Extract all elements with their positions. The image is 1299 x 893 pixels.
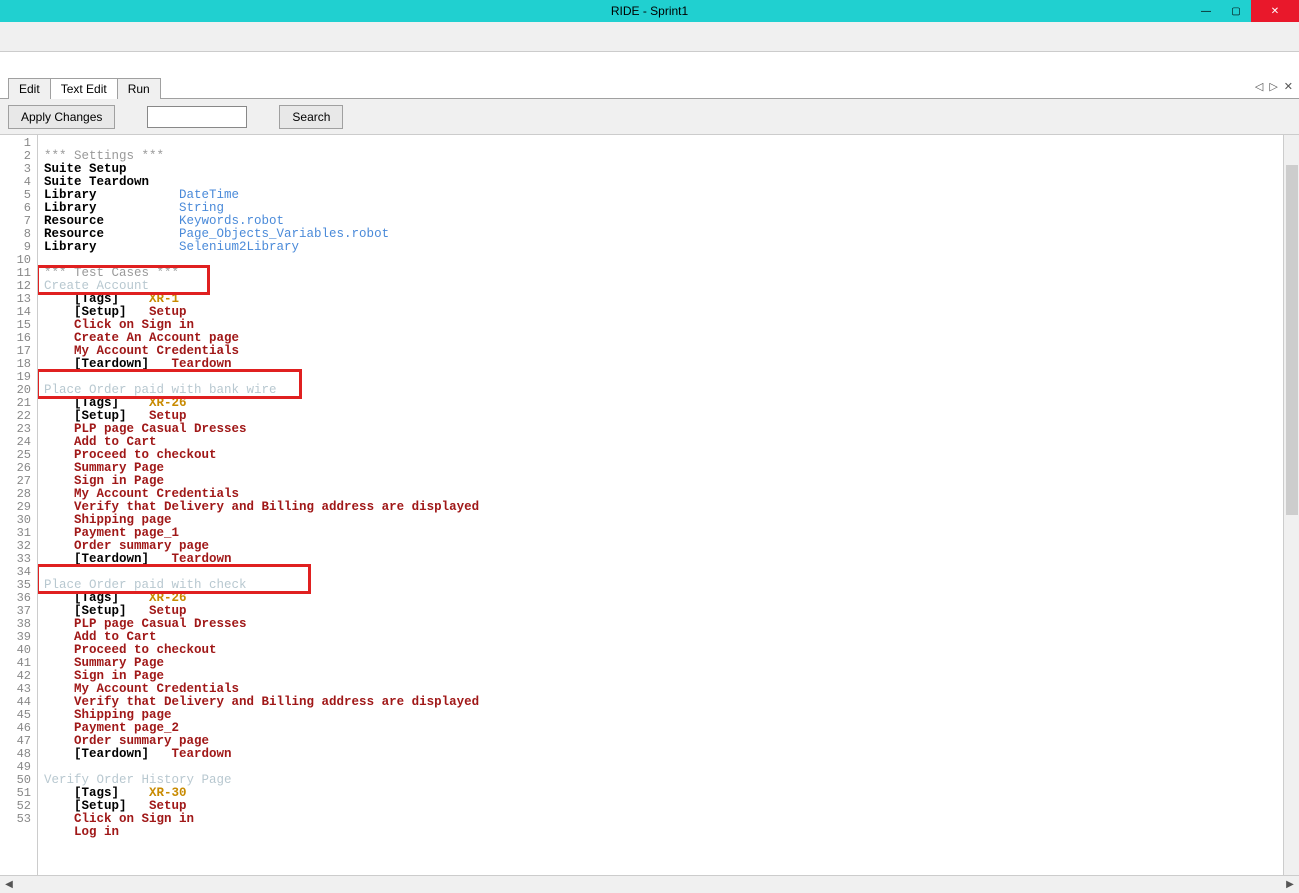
tab-prev-icon[interactable]: ◁ [1255, 80, 1263, 93]
main-toolbar [0, 22, 1299, 52]
keyword-step: My Account Credentials [74, 487, 239, 501]
setup-keyword: [Setup] [74, 604, 127, 618]
keyword-step: PLP page Casual Dresses [74, 617, 247, 631]
keyword-step: Payment page_1 [74, 526, 179, 540]
code-area[interactable]: *** Settings *** Suite Setup Suite Teard… [38, 135, 1283, 875]
teardown-keyword: [Teardown] [74, 357, 149, 371]
keyword-step: Sign in Page [74, 669, 164, 683]
setting-suite-setup: Suite Setup [44, 162, 127, 176]
testcases-header: *** Test Cases *** [44, 266, 179, 280]
keyword-step: Add to Cart [74, 630, 157, 644]
keyword-step: Order summary page [74, 539, 209, 553]
teardown-keyword: [Teardown] [74, 552, 149, 566]
text-edit-toolbar: Apply Changes Search [0, 99, 1299, 135]
setup-keyword: [Setup] [74, 305, 127, 319]
scroll-left-icon[interactable]: ◀ [0, 876, 18, 893]
tag-value: XR-26 [149, 396, 187, 410]
horizontal-scrollbar[interactable]: ◀ ▶ [0, 875, 1299, 893]
tag-value: XR-30 [149, 786, 187, 800]
tag-value: XR-26 [149, 591, 187, 605]
teardown-keyword: [Teardown] [74, 747, 149, 761]
keyword-step: Summary Page [74, 461, 164, 475]
testcase-name: Create Account [44, 279, 149, 293]
keyword-step: Add to Cart [74, 435, 157, 449]
setting-suite-teardown: Suite Teardown [44, 175, 149, 189]
testcase-name: Verify Order History Page [44, 773, 232, 787]
tags-keyword: [Tags] [74, 786, 119, 800]
keyword-step: Verify that Delivery and Billing address… [74, 500, 479, 514]
keyword-step: My Account Credentials [74, 682, 239, 696]
setup-keyword: [Setup] [74, 799, 127, 813]
keyword-step: My Account Credentials [74, 344, 239, 358]
keyword-step: Sign in Page [74, 474, 164, 488]
keyword-step: Shipping page [74, 513, 172, 527]
maximize-button[interactable]: ▢ [1221, 0, 1251, 22]
search-button[interactable]: Search [279, 105, 343, 129]
setting-resource: Resource [44, 227, 104, 241]
testcase-name: Place Order paid with check [44, 578, 247, 592]
keyword-step: PLP page Casual Dresses [74, 422, 247, 436]
window-title: RIDE - Sprint1 [611, 4, 688, 18]
keyword-step: Payment page_2 [74, 721, 179, 735]
tags-keyword: [Tags] [74, 591, 119, 605]
setting-library: Library [44, 201, 97, 215]
keyword-step: Create An Account page [74, 331, 239, 345]
scrollbar-thumb[interactable] [1286, 165, 1298, 515]
setup-keyword: [Setup] [74, 409, 127, 423]
setting-resource: Resource [44, 214, 104, 228]
keyword-step: Verify that Delivery and Billing address… [74, 695, 479, 709]
setting-library: Library [44, 240, 97, 254]
testcase-name: Place Order paid with bank wire [44, 383, 277, 397]
close-button[interactable]: ✕ [1251, 0, 1299, 22]
tab-text-edit[interactable]: Text Edit [50, 78, 118, 99]
keyword-step: Summary Page [74, 656, 164, 670]
keyword-step: Order summary page [74, 734, 209, 748]
keyword-step: Shipping page [74, 708, 172, 722]
tab-edit[interactable]: Edit [8, 78, 51, 99]
keyword-step: Proceed to checkout [74, 448, 217, 462]
tags-keyword: [Tags] [74, 292, 119, 306]
editor-tabs: Edit Text Edit Run ◁ ▷ ✕ [0, 77, 1299, 99]
tags-keyword: [Tags] [74, 396, 119, 410]
vertical-scrollbar[interactable] [1283, 135, 1299, 875]
minimize-button[interactable]: — [1191, 0, 1221, 22]
search-input[interactable] [147, 106, 247, 128]
keyword-step: Proceed to checkout [74, 643, 217, 657]
tag-value: XR-1 [149, 292, 179, 306]
keyword-step: Log in [74, 825, 119, 839]
code-editor[interactable]: 1234567891011121314151617181920212223242… [0, 135, 1299, 875]
window-titlebar: RIDE - Sprint1 — ▢ ✕ [0, 0, 1299, 22]
tab-next-icon[interactable]: ▷ [1269, 80, 1277, 93]
apply-changes-button[interactable]: Apply Changes [8, 105, 115, 129]
tab-run[interactable]: Run [117, 78, 161, 99]
settings-header: *** Settings *** [44, 149, 164, 163]
line-number-gutter: 1234567891011121314151617181920212223242… [0, 135, 38, 875]
tab-close-icon[interactable]: ✕ [1284, 80, 1293, 93]
keyword-step: Click on Sign in [74, 812, 194, 826]
scroll-right-icon[interactable]: ▶ [1281, 876, 1299, 893]
keyword-step: Click on Sign in [74, 318, 194, 332]
setting-library: Library [44, 188, 97, 202]
